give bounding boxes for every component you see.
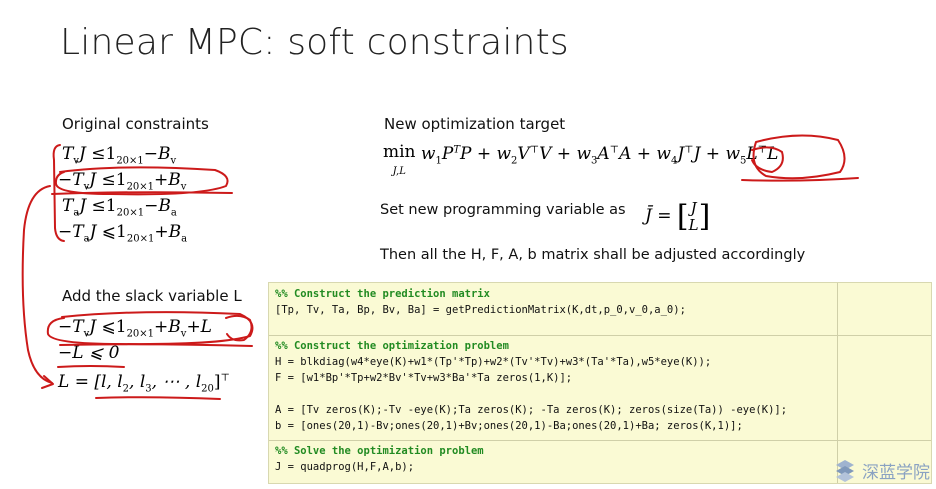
matlab-code-block: %% Construct the prediction matrix [Tp, … (268, 282, 932, 484)
new-variable-definition: J̄ = [J L] (645, 198, 711, 234)
code-column-divider (837, 283, 838, 483)
annotation-underline-w5 (741, 177, 859, 182)
code-line-9: %% Solve the optimization problem (275, 445, 484, 457)
code-cell-divider-1 (269, 335, 931, 336)
constraint-row-1: TvJ ≤120×1−Bv (62, 144, 177, 167)
slide-title: Linear MPC: soft constraints (60, 22, 569, 63)
code-line-8: b = [ones(20,1)-Bv;ones(20,1)+Bv;ones(20… (275, 420, 743, 432)
original-constraints-label: Original constraints (62, 115, 209, 133)
annotation-underline-vector (95, 396, 221, 400)
code-line-1: %% Construct the prediction matrix (275, 288, 490, 300)
slack-constraint-2: −L ⩽ 0 (58, 343, 120, 363)
slack-variable-label: Add the slack variable L (62, 287, 242, 305)
annotation-arrow-head (41, 375, 54, 389)
annotation-arrow (21, 185, 53, 384)
code-line-10: J = quadprog(H,F,A,b); (275, 461, 415, 473)
constraint-row-3: TaJ ≤120×1−Ba (62, 196, 177, 219)
optimization-target-label: New optimization target (384, 115, 566, 133)
slack-vector-definition: L = [l, l2, l3, ⋯ , l20]⊤ (58, 372, 230, 395)
logo-text: 深蓝学院 (862, 462, 930, 483)
logo-s-icon (836, 460, 854, 482)
logo: 深蓝学院 (832, 457, 930, 483)
adjust-matrices-text: Then all the H, F, A, b matrix shall be … (380, 247, 806, 263)
annotation-underline-slack2 (57, 365, 125, 368)
code-line-2: [Tp, Tv, Ta, Bp, Bv, Ba] = getPrediction… (275, 304, 686, 316)
annotation-underline-row2 (51, 191, 233, 195)
code-line-7: A = [Tv zeros(K);-Tv -eye(K);Ta zeros(K)… (275, 404, 788, 416)
code-cell-divider-2 (269, 440, 931, 441)
constraint-row-2: −TvJ ≤120×1+Bv (58, 170, 187, 193)
optimization-objective: min J,L w1PTP + w2V⊤V + w3A⊤A + w4J⊤J + w… (383, 142, 779, 177)
constraint-row-4: −TaJ ⩽120×1+Ba (58, 222, 188, 245)
code-line-3: %% Construct the optimization problem (275, 340, 509, 352)
new-variable-text: Set new programming variable as (380, 202, 626, 218)
code-line-4: H = blkdiag(w4*eye(K)+w1*(Tp'*Tp)+w2*(Tv… (275, 356, 712, 368)
code-line-5: F = [w1*Bp'*Tp+w2*Bv'*Tv+w3*Ba'*Ta zeros… (275, 372, 573, 384)
slack-constraint-1: −TvJ ⩽120×1+Bv+L (58, 317, 212, 340)
annotation-circle-L (225, 314, 253, 342)
